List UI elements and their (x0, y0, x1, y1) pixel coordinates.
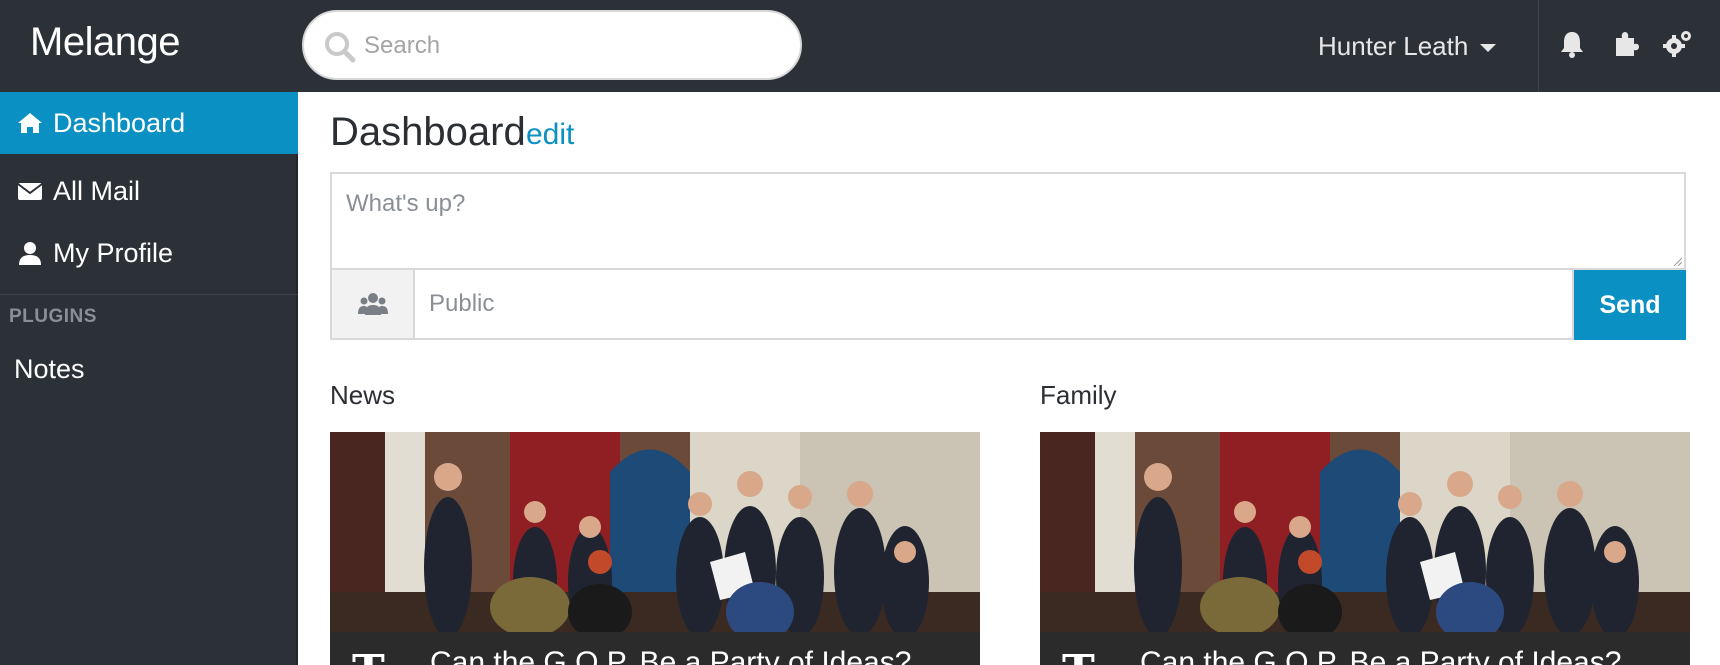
sidebar-item-label: Dashboard (53, 107, 186, 138)
article-photo (1040, 432, 1690, 632)
bell-icon[interactable] (1556, 28, 1588, 60)
article-photo (330, 432, 980, 632)
navbar-divider (1538, 0, 1539, 92)
search-input[interactable] (364, 26, 784, 66)
article-caption: T Can the G.O.P. Be a Party of Ideas? (330, 632, 980, 665)
news-card[interactable]: T Can the G.O.P. Be a Party of Ideas? (330, 432, 980, 665)
sidebar-divider (0, 294, 298, 295)
search-box[interactable] (302, 10, 802, 80)
sidebar-item-my-profile[interactable]: My Profile (0, 222, 298, 284)
caret-down-icon (1480, 43, 1497, 52)
resize-grip-icon[interactable] (1672, 256, 1682, 266)
article-headline[interactable]: Can the G.O.P. Be a Party of Ideas? (1140, 646, 1621, 665)
sidebar-item-all-mail[interactable]: All Mail (0, 160, 298, 222)
audience-addon[interactable] (330, 270, 415, 340)
user-menu-dropdown[interactable]: Hunter Leath (1318, 26, 1497, 66)
section-title-family: Family (1040, 380, 1117, 410)
audience-row: Send (330, 270, 1686, 340)
page-title: Dashboard (330, 110, 526, 154)
plugins-section-header: PLUGINS (9, 306, 97, 327)
sidebar-item-label: All Mail (53, 175, 141, 206)
sidebar-item-dashboard[interactable]: Dashboard (0, 92, 298, 154)
edit-dashboard-link[interactable]: edit (526, 118, 574, 152)
puzzle-icon[interactable] (1610, 28, 1642, 60)
envelope-icon (17, 183, 43, 200)
source-logo: T (352, 646, 385, 665)
status-textarea[interactable] (332, 174, 1684, 268)
status-composer (330, 172, 1686, 270)
sidebar: Dashboard All Mail My Profile PLUGINS No… (0, 92, 298, 665)
send-button[interactable]: Send (1574, 270, 1686, 340)
sidebar-item-notes[interactable]: Notes (14, 354, 85, 385)
family-card[interactable]: T Can the G.O.P. Be a Party of Ideas? (1040, 432, 1690, 665)
group-icon (357, 293, 388, 315)
audience-input[interactable] (415, 270, 1572, 338)
article-caption: T Can the G.O.P. Be a Party of Ideas? (1040, 632, 1690, 665)
brand-logo[interactable]: Melange (30, 20, 180, 65)
source-logo: T (1062, 646, 1095, 665)
section-title-news: News (330, 380, 396, 410)
cogs-icon[interactable] (1662, 28, 1694, 60)
article-headline[interactable]: Can the G.O.P. Be a Party of Ideas? (430, 646, 911, 665)
audience-field (415, 270, 1574, 340)
sidebar-item-label: My Profile (53, 237, 174, 268)
search-icon (325, 32, 356, 63)
top-navbar: Melange Hunter Leath (0, 0, 1720, 92)
user-icon (19, 242, 41, 265)
user-name: Hunter Leath (1318, 30, 1469, 61)
home-icon (18, 113, 42, 133)
